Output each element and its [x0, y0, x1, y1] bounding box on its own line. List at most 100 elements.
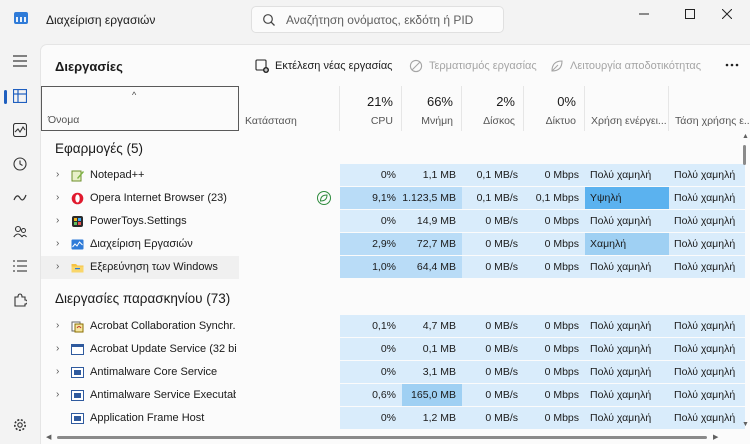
- table-row[interactable]: › Notepad++ 0% 1,1 MB 0,1 MB/s 0 Mbps Πο…: [41, 164, 745, 187]
- startup-icon: [13, 194, 27, 201]
- expand-chevron-icon[interactable]: ›: [56, 343, 59, 354]
- column-header-memory[interactable]: 66% Μνήμη: [402, 86, 462, 131]
- table-row[interactable]: › Antimalware Core Service 0% 3,1 MB 0 M…: [41, 361, 745, 384]
- group-header-background[interactable]: Διεργασίες παρασκηνίου (73): [55, 291, 230, 306]
- network-cell: 0 Mbps: [524, 233, 585, 256]
- efficiency-mode-label: Λειτουργία αποδοτικότητας: [570, 60, 702, 72]
- scroll-up-icon[interactable]: ▲: [742, 133, 749, 140]
- window-title: Διαχείριση εργασιών: [46, 13, 156, 27]
- expand-chevron-icon[interactable]: ›: [56, 389, 59, 400]
- nav-users[interactable]: [4, 217, 36, 247]
- power-usage-cell: Υψηλή: [585, 187, 669, 210]
- cpu-cell: 0,6%: [340, 384, 402, 407]
- network-total: 0%: [557, 94, 576, 109]
- expand-chevron-icon[interactable]: ›: [56, 192, 59, 203]
- service-window-icon: [71, 367, 84, 378]
- vertical-scrollbar-thumb[interactable]: [743, 145, 746, 165]
- column-label-power-trend: Τάση χρήσης ε...: [675, 115, 750, 127]
- column-label-cpu: CPU: [370, 115, 393, 127]
- expand-chevron-icon[interactable]: ›: [56, 169, 59, 180]
- nav-processes[interactable]: [4, 81, 36, 111]
- column-header-name[interactable]: ^ Όνομα: [41, 86, 239, 131]
- network-cell: 0 Mbps: [524, 338, 585, 361]
- column-label-disk: Δίσκος: [483, 115, 515, 127]
- efficiency-mode-button[interactable]: Λειτουργία αποδοτικότητας: [550, 54, 701, 78]
- file-explorer-folder-icon: [71, 264, 84, 273]
- close-button[interactable]: [704, 0, 750, 28]
- table-row[interactable]: › Antimalware Service Executable 0,6% 16…: [41, 384, 745, 407]
- services-puzzle-icon: [14, 293, 27, 307]
- scroll-right-icon[interactable]: ▶: [713, 433, 718, 441]
- disk-cell: 0 MB/s: [462, 361, 524, 384]
- hamburger-menu-button[interactable]: [4, 46, 36, 76]
- process-name: PowerToys.Settings: [90, 215, 187, 227]
- disk-cell: 0 MB/s: [462, 315, 524, 338]
- disk-cell: 0 MB/s: [462, 256, 524, 279]
- nav-performance[interactable]: [4, 115, 36, 145]
- minimize-button[interactable]: [621, 0, 667, 28]
- task-manager-app-icon: [14, 12, 28, 24]
- notepad-plus-plus-icon: [71, 170, 84, 182]
- cpu-cell: 1,0%: [340, 256, 402, 279]
- memory-cell: 1,2 MB: [402, 407, 462, 430]
- power-trend-cell: Πολύ χαμηλή: [669, 256, 745, 279]
- table-row[interactable]: › Διαχείριση Εργασιών 2,9% 72,7 MB 0 MB/…: [41, 233, 745, 256]
- network-cell: 0 Mbps: [524, 164, 585, 187]
- nav-settings[interactable]: [4, 410, 36, 440]
- cpu-cell: 0%: [340, 164, 402, 187]
- opera-browser-icon: [71, 192, 84, 205]
- disk-total: 2%: [496, 94, 515, 109]
- cpu-cell: 0%: [340, 407, 402, 430]
- column-header-cpu[interactable]: 21% CPU: [340, 86, 402, 131]
- nav-startup-apps[interactable]: [4, 183, 36, 213]
- nav-app-history[interactable]: [4, 149, 36, 179]
- table-row[interactable]: › Acrobat Update Service (32 bit) 0% 0,1…: [41, 338, 745, 361]
- more-options-button[interactable]: [719, 53, 745, 77]
- power-trend-cell: Πολύ χαμηλή: [669, 338, 745, 361]
- more-dots-icon: [725, 63, 739, 67]
- process-name: Opera Internet Browser (23): [90, 192, 227, 204]
- group-header-apps[interactable]: Εφαρμογές (5): [55, 141, 143, 156]
- search-input[interactable]: [286, 11, 500, 29]
- table-row[interactable]: › PowerToys.Settings 0% 14,9 MB 0 MB/s 0…: [41, 210, 745, 233]
- end-task-button[interactable]: Τερματισμός εργασίας: [409, 54, 537, 78]
- search-box[interactable]: [251, 6, 504, 33]
- process-name: Εξερεύνηση των Windows: [90, 261, 218, 273]
- power-usage-cell: Πολύ χαμηλή: [585, 384, 669, 407]
- expand-chevron-icon[interactable]: ›: [56, 320, 59, 331]
- expand-chevron-icon[interactable]: ›: [56, 261, 59, 272]
- column-header-power-trend[interactable]: Τάση χρήσης ε...: [669, 86, 750, 131]
- cpu-total: 21%: [366, 94, 393, 109]
- scroll-left-icon[interactable]: ◀: [46, 433, 51, 441]
- table-row[interactable]: › Εξερεύνηση των Windows 1,0% 64,4 MB 0 …: [41, 256, 745, 279]
- expand-chevron-icon[interactable]: ›: [56, 366, 59, 377]
- process-name: Διαχείριση Εργασιών: [90, 238, 193, 250]
- run-new-task-button[interactable]: Εκτέλεση νέας εργασίας: [255, 54, 393, 78]
- expand-chevron-icon[interactable]: ›: [56, 238, 59, 249]
- column-label-name: Όνομα: [48, 114, 80, 126]
- disk-cell: 0 MB/s: [462, 407, 524, 430]
- expand-chevron-icon[interactable]: ›: [56, 215, 59, 226]
- table-row[interactable]: Application Frame Host 0% 1,2 MB 0 MB/s …: [41, 407, 745, 430]
- column-header-network[interactable]: 0% Δίκτυο: [524, 86, 585, 131]
- disk-cell: 0 MB/s: [462, 233, 524, 256]
- column-header-status[interactable]: Κατάσταση: [239, 86, 340, 131]
- disk-cell: 0 MB/s: [462, 338, 524, 361]
- process-name: Antimalware Core Service: [90, 366, 218, 378]
- scroll-down-icon[interactable]: ▼: [742, 421, 749, 428]
- network-cell: 0,1 Mbps: [524, 187, 585, 210]
- table-row[interactable]: › Acrobat Collaboration Synchr... 0,1% 4…: [41, 315, 745, 338]
- power-trend-cell: Πολύ χαμηλή: [669, 384, 745, 407]
- run-new-task-label: Εκτέλεση νέας εργασίας: [275, 60, 393, 72]
- nav-details[interactable]: [4, 251, 36, 281]
- process-name: Antimalware Service Executable: [90, 389, 236, 401]
- nav-services[interactable]: [4, 285, 36, 315]
- new-task-icon: [255, 59, 269, 73]
- column-header-power-usage[interactable]: Χρήση ενέργει...: [585, 86, 669, 131]
- column-header-disk[interactable]: 2% Δίσκος: [462, 86, 524, 131]
- powertoys-icon: [72, 216, 83, 227]
- table-row[interactable]: › Opera Internet Browser (23) 9,1% 1.123…: [41, 187, 745, 210]
- disk-cell: 0 MB/s: [462, 384, 524, 407]
- horizontal-scrollbar-thumb[interactable]: [57, 436, 707, 439]
- maximize-icon: [685, 9, 695, 19]
